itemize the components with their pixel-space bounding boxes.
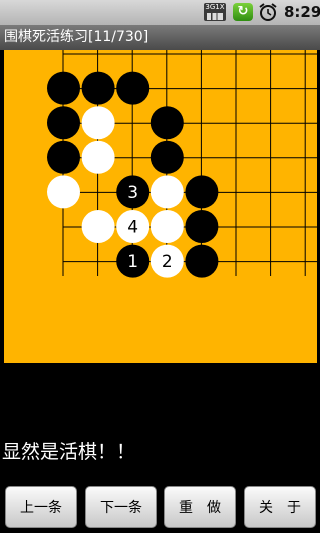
- status-bar: 3G1X ↻ 8:29: [0, 0, 320, 25]
- app-title: 围棋死活练习[11/730]: [4, 29, 149, 45]
- result-message: 显然是活棋！！: [2, 441, 136, 463]
- title-bar: 围棋死活练习[11/730]: [0, 25, 320, 50]
- black-stone: [116, 71, 150, 105]
- next-button[interactable]: 下一条: [85, 486, 157, 528]
- black-stone: [47, 140, 80, 174]
- white-stone: [150, 175, 184, 209]
- redo-button[interactable]: 重 做: [164, 486, 236, 528]
- black-stone: [47, 106, 80, 140]
- stone-move-number: 4: [127, 218, 138, 238]
- go-board[interactable]: 3 4 1 2: [4, 50, 317, 363]
- network-3g-icon: 3G1X: [204, 3, 226, 21]
- previous-button[interactable]: 上一条: [5, 486, 77, 528]
- white-stone: [81, 140, 115, 174]
- black-stone: [185, 244, 219, 278]
- sync-icon: ↻: [233, 3, 253, 21]
- stone-move-number: 3: [127, 183, 138, 203]
- black-stone: [185, 210, 219, 243]
- stone-move-number: 1: [127, 252, 138, 272]
- network-label: 3G1X: [205, 3, 225, 11]
- clock-time: 8:29: [284, 3, 320, 21]
- white-stone: [81, 106, 115, 140]
- stone-move-number: 2: [162, 252, 173, 272]
- black-stone: [47, 71, 80, 105]
- board-canvas[interactable]: 3 4 1 2: [4, 50, 317, 363]
- black-stone: [150, 140, 184, 174]
- black-stone: [81, 71, 115, 105]
- white-stone: [150, 210, 184, 243]
- white-stone: [47, 175, 80, 209]
- white-stone: [81, 210, 115, 243]
- alarm-clock-icon: [259, 3, 277, 21]
- about-button[interactable]: 关 于: [244, 486, 316, 528]
- black-stone: [185, 175, 219, 209]
- black-stone: [150, 106, 184, 140]
